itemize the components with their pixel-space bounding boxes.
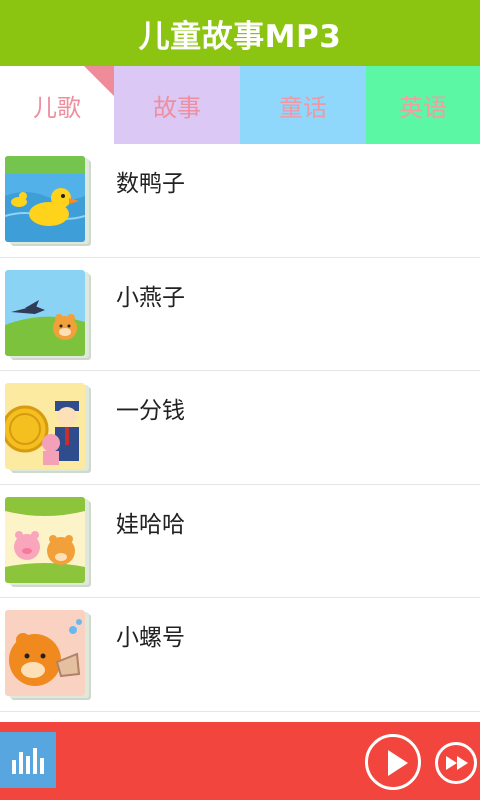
duck-thumbnail <box>5 156 85 242</box>
player-bar <box>0 722 480 800</box>
tab-label: 童话 <box>279 93 327 122</box>
tab-fairy-tales[interactable]: 童话 <box>240 66 366 144</box>
selected-corner-marker <box>84 66 114 96</box>
list-item[interactable]: 一分钱 <box>0 371 480 485</box>
swallow-thumbnail <box>5 269 85 356</box>
app-title: 儿童故事MP3 <box>138 18 342 55</box>
tab-label: 故事 <box>153 93 201 122</box>
tab-label: 英语 <box>399 93 447 122</box>
list-item[interactable]: 娃哈哈 <box>0 485 480 598</box>
tab-english[interactable]: 英语 <box>366 66 480 144</box>
category-tabs: 儿歌 故事 童话 英语 <box>0 66 480 144</box>
tab-nursery-rhymes[interactable]: 儿歌 <box>0 66 114 144</box>
equalizer-icon[interactable] <box>0 732 56 788</box>
list-item[interactable]: 数鸭子 <box>0 144 480 258</box>
play-icon[interactable] <box>365 734 421 790</box>
song-title: 一分钱 <box>116 398 185 424</box>
song-title: 数鸭子 <box>116 171 185 197</box>
song-list[interactable]: 数鸭子 小燕子 一分钱 娃哈哈 小螺号 <box>0 144 480 722</box>
coin-thumbnail <box>5 383 85 469</box>
kids-thumbnail <box>5 496 85 583</box>
song-title: 小螺号 <box>116 625 185 651</box>
list-item[interactable]: 小燕子 <box>0 258 480 371</box>
song-title: 小燕子 <box>116 284 185 311</box>
tab-label: 儿歌 <box>33 93 81 122</box>
song-title: 娃哈哈 <box>116 511 185 538</box>
conch-thumbnail <box>5 610 85 696</box>
app-header: 儿童故事MP3 <box>0 0 480 66</box>
list-item[interactable]: 小螺号 <box>0 598 480 712</box>
fast-forward-icon[interactable] <box>435 742 477 784</box>
tab-stories[interactable]: 故事 <box>114 66 240 144</box>
